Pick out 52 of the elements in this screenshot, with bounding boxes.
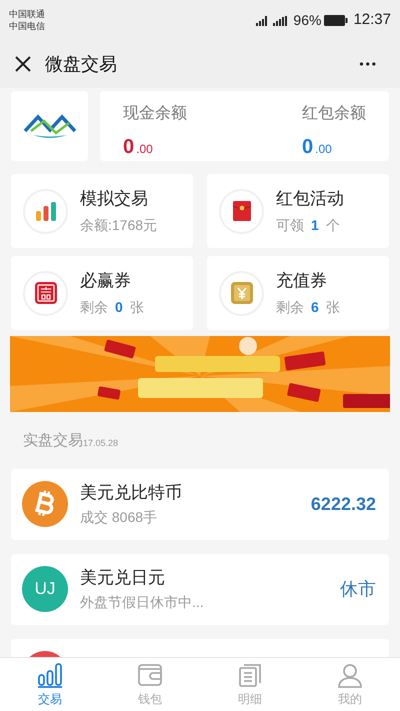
market-detail: 成交 8068手 <box>80 508 158 528</box>
section-title: 实盘交易 <box>23 431 83 451</box>
feature-detail: 余额:1768元 <box>80 216 158 235</box>
feature-card[interactable]: 充值券 剩余 6 张 <box>207 256 389 330</box>
market-name: 美元兑比特币 <box>80 482 183 504</box>
feature-count: 6 <box>311 298 319 317</box>
feature-unit: 张 <box>130 298 144 317</box>
person-icon <box>337 662 363 688</box>
tab-item[interactable]: 交易 <box>0 658 100 711</box>
feature-detail: 剩余 <box>80 298 108 317</box>
feature-title: 充值券 <box>276 270 328 292</box>
bar-chart-icon <box>37 662 63 688</box>
seal-icon <box>34 281 58 305</box>
market-value: 6222.32 <box>310 492 376 516</box>
balance-amount: 0.00 <box>123 135 154 160</box>
more-button[interactable]: ••• <box>359 55 378 73</box>
market-card[interactable]: UJ 美元兑日元 外盘节假日休市中... 休市 <box>11 554 389 624</box>
feature-detail: 剩余 <box>276 298 304 317</box>
balance-amount: 0.00 <box>302 135 333 160</box>
balance-label: 现金余额 <box>123 104 187 124</box>
feature-unit: 个 <box>326 216 340 235</box>
battery-percent: 96% <box>293 10 322 30</box>
feature-card[interactable]: 红包活动 可领 1 个 <box>207 174 389 248</box>
clock: 12:37 <box>353 10 391 30</box>
feature-card[interactable]: 必赢券 剩余 0 张 <box>11 256 193 330</box>
market-name: 美元兑日元 <box>80 566 166 589</box>
battery-icon <box>324 14 348 26</box>
market-card[interactable]: 美元兑比特币 成交 8068手 6222.32 <box>11 468 389 540</box>
section-date: 17.05.28 <box>83 437 118 450</box>
feature-count: 0 <box>115 298 123 317</box>
carrier-label: 中国联通 <box>9 8 45 20</box>
close-icon <box>14 55 32 73</box>
feature-title: 红包活动 <box>276 188 344 210</box>
feature-unit: 张 <box>326 298 340 317</box>
bar-chart-icon <box>34 200 56 222</box>
page-title: 微盘交易 <box>45 52 118 76</box>
market-detail: 外盘节假日休市中... <box>80 593 205 612</box>
feature-title: 模拟交易 <box>80 188 149 210</box>
feature-card[interactable]: 模拟交易 余额:1768元 <box>11 174 193 248</box>
document-icon <box>237 662 263 688</box>
bitcoin-icon <box>22 481 68 527</box>
feature-detail: 可领 <box>276 216 304 235</box>
carrier-label: 中国电信 <box>9 20 45 32</box>
market-value: 休市 <box>340 578 376 600</box>
envelope-icon <box>232 200 252 222</box>
wallet-icon <box>137 662 163 688</box>
signal-icon <box>255 14 270 26</box>
feature-count: 1 <box>311 216 319 235</box>
feature-title: 必赢券 <box>80 270 132 292</box>
yen-coupon-icon <box>230 281 254 305</box>
currency-avatar: UJ <box>22 566 68 612</box>
balance-label: 红包余额 <box>302 104 366 124</box>
